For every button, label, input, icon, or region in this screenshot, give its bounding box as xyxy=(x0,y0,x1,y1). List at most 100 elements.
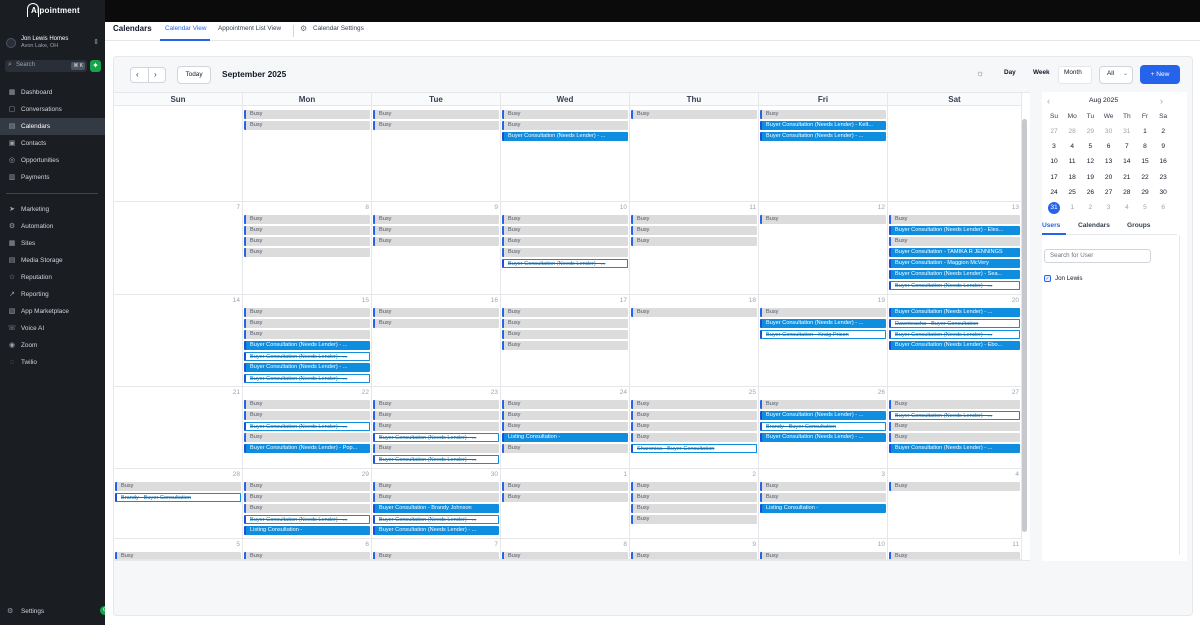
mini-day[interactable]: 17 xyxy=(1045,171,1063,185)
busy-block[interactable]: Busy xyxy=(373,319,499,328)
busy-block[interactable]: Busy xyxy=(631,411,757,420)
busy-block[interactable]: Busy xyxy=(373,411,499,420)
busy-block[interactable]: Busy xyxy=(889,422,1020,431)
appointment-event[interactable]: Buyer Consultation (Needs Lender) - Ebo.… xyxy=(889,341,1020,350)
busy-block[interactable]: Busy xyxy=(115,482,241,491)
busy-block[interactable]: Busy xyxy=(889,552,1020,559)
appointment-event[interactable]: Buyer Consultation (Needs Lender) - ... xyxy=(244,363,370,372)
mini-day[interactable]: 13 xyxy=(1100,155,1118,169)
busy-block[interactable]: Busy xyxy=(760,110,886,119)
busy-block[interactable]: Busy xyxy=(760,482,886,491)
busy-block[interactable]: Busy xyxy=(631,110,757,119)
mini-day[interactable]: 25 xyxy=(1063,186,1081,200)
cancelled-appointment[interactable]: Buyer Consultation (Needs Lender) - ... xyxy=(502,259,628,268)
busy-block[interactable]: Busy xyxy=(502,552,628,559)
day-cell[interactable]: 11 Busy xyxy=(888,539,1022,560)
appointment-event[interactable]: Buyer Consultation (Needs Lender) - ... xyxy=(760,411,886,420)
busy-block[interactable]: Busy xyxy=(373,400,499,409)
busy-block[interactable]: Busy xyxy=(373,215,499,224)
busy-block[interactable]: Busy xyxy=(502,341,628,350)
day-cell[interactable]: 15 Busy Busy Busy Buyer Consultation (Needs … xyxy=(243,295,372,387)
busy-block[interactable]: Busy xyxy=(244,319,370,328)
cancelled-appointment[interactable]: Buyer Consultation (Needs Lender) - ... xyxy=(889,281,1020,290)
day-cell[interactable]: 10 Busy Busy Busy Busy Buyer Consultation (Ne… xyxy=(501,202,630,295)
mini-day[interactable]: 3 xyxy=(1045,140,1063,154)
day-cell[interactable]: 11 Busy Busy Busy xyxy=(630,202,759,295)
busy-block[interactable]: Busy xyxy=(502,319,628,328)
cancelled-appointment[interactable]: Brandy - Buyer Consultation xyxy=(115,493,241,502)
mini-day[interactable]: 27 xyxy=(1045,125,1063,139)
busy-block[interactable]: Busy xyxy=(502,215,628,224)
sidebar-item-marketing[interactable]: ➤ Marketing xyxy=(0,201,105,218)
day-cell[interactable]: 7BusyBusyBusyListing Consultation - Tere… xyxy=(372,539,501,560)
mini-day[interactable]: 7 xyxy=(1118,140,1136,154)
busy-block[interactable]: Busy xyxy=(244,482,370,491)
mini-day[interactable]: 24 xyxy=(1045,186,1063,200)
mini-day[interactable]: 4 xyxy=(1118,201,1136,215)
calendar-filter-select[interactable]: All ⌄ xyxy=(1099,66,1133,84)
today-button[interactable]: Today xyxy=(177,66,211,84)
mini-day[interactable]: 18 xyxy=(1063,171,1081,185)
day-cell[interactable]: 22 Busy Busy Buyer Consultation (Needs Lend… xyxy=(243,387,372,469)
sidebar-item-reputation[interactable]: ☆ Reputation xyxy=(0,269,105,286)
side-tab-users[interactable]: Users xyxy=(1042,222,1060,229)
sidebar-item-reporting[interactable]: ↗ Reporting xyxy=(0,286,105,303)
sidebar-item-conversations[interactable]: ▢ Conversations xyxy=(0,101,105,118)
busy-block[interactable]: Busy xyxy=(631,504,757,513)
busy-block[interactable]: Busy xyxy=(244,400,370,409)
mini-day[interactable]: 4 xyxy=(1063,140,1081,154)
busy-block[interactable]: Busy xyxy=(244,493,370,502)
busy-block[interactable]: Busy xyxy=(244,552,370,559)
busy-block[interactable]: Busy xyxy=(502,400,628,409)
busy-block[interactable]: Busy xyxy=(631,422,757,431)
cancelled-appointment[interactable]: Buyer Consultation - Kraig Prison xyxy=(760,330,886,339)
cancelled-appointment[interactable]: Buyer Consultation (Needs Lender) - ... xyxy=(889,330,1020,339)
cancelled-appointment[interactable]: Buyer Consultation (Needs Lender) - ... xyxy=(244,515,370,524)
mini-day[interactable]: 6 xyxy=(1154,201,1172,215)
sidebar-item-media-storage[interactable]: ▤ Media Storage xyxy=(0,252,105,269)
busy-block[interactable]: Busy xyxy=(631,215,757,224)
nav-settings[interactable]: ⚙ Settings xyxy=(0,603,105,620)
busy-block[interactable]: Busy xyxy=(244,237,370,246)
busy-block[interactable]: Busy xyxy=(631,237,757,246)
day-cell[interactable]: 9 Busy Busy Busy xyxy=(372,202,501,295)
busy-block[interactable]: Busy xyxy=(373,422,499,431)
day-cell[interactable]: 25 Busy Busy Busy Busy Sharonica - Buyer Cons… xyxy=(630,387,759,469)
tab-calendar-view[interactable]: Calendar View xyxy=(165,25,206,32)
cancelled-appointment[interactable]: Buyer Consultation (Needs Lender) - ... xyxy=(373,455,499,464)
busy-block[interactable]: Busy xyxy=(373,237,499,246)
quick-action-button[interactable]: ✦ xyxy=(90,60,101,72)
day-cell[interactable] xyxy=(888,106,1022,202)
busy-block[interactable]: Busy xyxy=(889,215,1020,224)
checkbox-checked-icon[interactable]: ✓ xyxy=(1044,275,1051,282)
busy-block[interactable]: Busy xyxy=(502,422,628,431)
mini-day[interactable]: 22 xyxy=(1136,171,1154,185)
appointment-event[interactable]: Buyer Consultation (Needs Lender) - ... xyxy=(373,526,499,535)
sidebar-item-payments[interactable]: ▥ Payments xyxy=(0,169,105,186)
mini-day[interactable]: 1 xyxy=(1136,125,1154,139)
day-cell[interactable]: Busy Busy xyxy=(243,106,372,202)
busy-block[interactable]: Busy xyxy=(760,215,886,224)
busy-block[interactable]: Busy xyxy=(373,226,499,235)
busy-block[interactable]: Busy xyxy=(631,515,757,524)
tab-calendar-settings[interactable]: Calendar Settings xyxy=(313,25,364,32)
sidebar-item-calendars[interactable]: ▤ Calendars xyxy=(0,118,105,135)
appointment-event[interactable]: Buyer Consultation (Needs Lender) - Sea.… xyxy=(889,270,1020,279)
appointment-event[interactable]: Buyer Consultation - TAMIKA R JENNINGS xyxy=(889,248,1020,257)
cancelled-appointment[interactable]: Buyer Consultation (Needs Lender) - ... xyxy=(889,411,1020,420)
day-cell[interactable]: 30 Busy Busy Buyer Consultation - Brandy Jo… xyxy=(372,469,501,539)
busy-block[interactable]: Busy xyxy=(373,444,499,453)
day-cell[interactable]: 8BusyBusyBusy xyxy=(501,539,630,560)
day-cell[interactable]: Busy Buyer Consultation (Needs Lender) - … xyxy=(759,106,888,202)
cancelled-appointment[interactable]: Buyer Consultation (Needs Lender) - ... xyxy=(373,433,499,442)
busy-block[interactable]: Busy xyxy=(244,504,370,513)
day-cell[interactable]: 19 Busy Buyer Consultation (Needs Lender) … xyxy=(759,295,888,387)
sidebar-item-dashboard[interactable]: ▦ Dashboard xyxy=(0,84,105,101)
side-tab-groups[interactable]: Groups xyxy=(1127,222,1150,229)
mini-day[interactable]: 5 xyxy=(1081,140,1099,154)
busy-block[interactable]: Busy xyxy=(502,121,628,130)
side-tab-calendars[interactable]: Calendars xyxy=(1078,222,1110,229)
day-cell[interactable]: 7 xyxy=(114,202,243,295)
busy-block[interactable]: Busy xyxy=(760,308,886,317)
sidebar-item-twilio[interactable]: ◌ Twilio xyxy=(0,354,105,371)
